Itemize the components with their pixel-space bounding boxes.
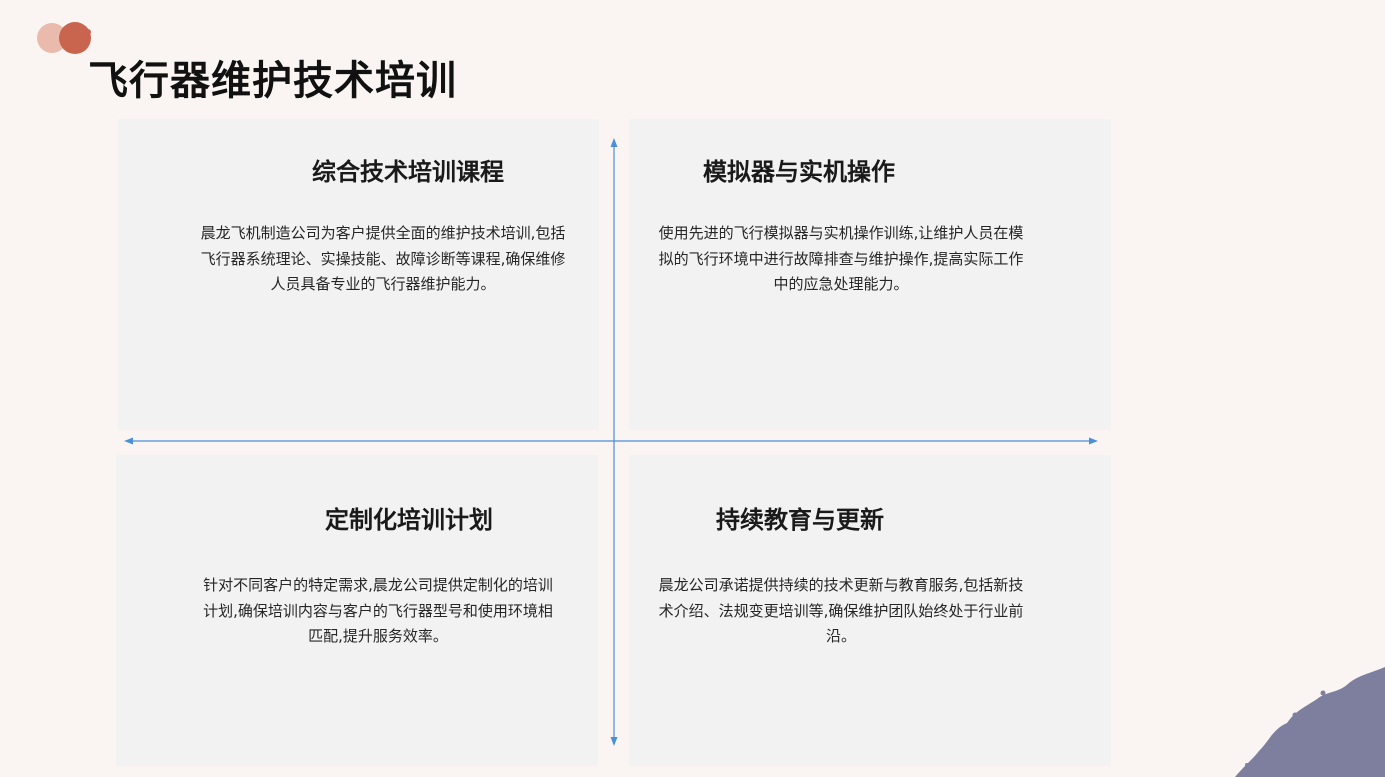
quadrant-heading: 持续教育与更新 [716,506,884,534]
quadrant-custom-plan: 定制化培训计划 针对不同客户的特定需求,晨龙公司提供定制化的培训计划,确保培训内… [116,455,598,766]
vertical-axis-arrow [610,138,618,746]
quadrant-comprehensive-training: 综合技术培训课程 晨龙飞机制造公司为客户提供全面的维护技术培训,包括飞行器系统理… [118,119,599,430]
quadrant-heading: 模拟器与实机操作 [703,158,895,186]
page-title: 飞行器维护技术培训 [88,58,457,104]
quadrant-body: 使用先进的飞行模拟器与实机操作训练,让维护人员在模拟的飞行环境中进行故障排查与维… [658,224,1024,293]
decorative-corner-brush [1235,667,1385,777]
horizontal-axis-arrow [124,437,1098,445]
quadrant-heading: 定制化培训计划 [325,506,493,534]
quadrant-continuing-education: 持续教育与更新 晨龙公司承诺提供持续的技术更新与教育服务,包括新技术介绍、法规变… [629,455,1111,766]
decorative-dots [37,22,91,54]
quadrant-body: 晨龙飞机制造公司为客户提供全面的维护技术培训,包括飞行器系统理论、实操技能、故障… [200,224,566,293]
quadrant-body: 针对不同客户的特定需求,晨龙公司提供定制化的培训计划,确保培训内容与客户的飞行器… [203,576,553,645]
quadrant-body: 晨龙公司承诺提供持续的技术更新与教育服务,包括新技术介绍、法规变更培训等,确保维… [658,576,1024,645]
quadrant-simulator-training: 模拟器与实机操作 使用先进的飞行模拟器与实机操作训练,让维护人员在模拟的飞行环境… [629,119,1111,430]
quadrant-heading: 综合技术培训课程 [312,158,504,186]
